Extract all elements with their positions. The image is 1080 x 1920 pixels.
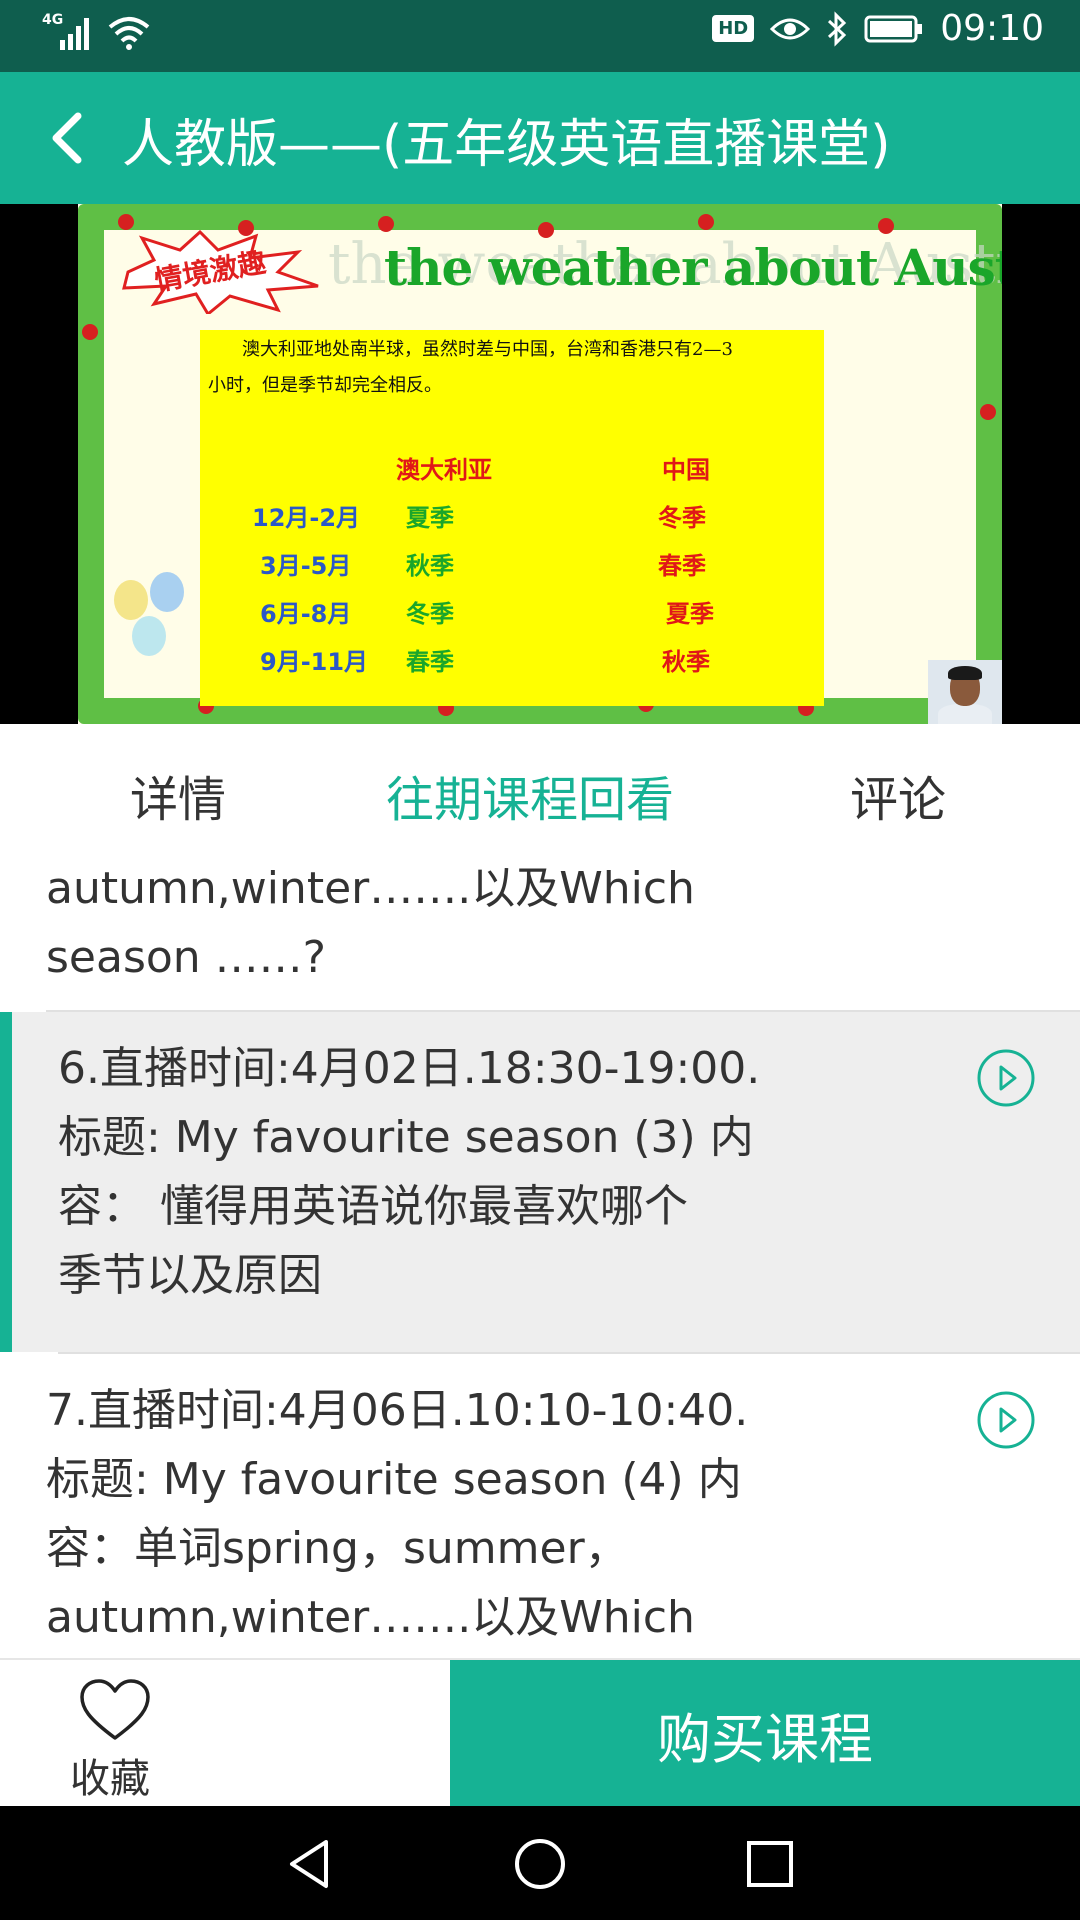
slide-intro: 澳大利亚地处南半球，虽然时差与中国，台湾和香港只有2—3 小时，但是季节却完全相… — [208, 332, 788, 404]
play-circle-icon[interactable] — [976, 1048, 1036, 1108]
wifi-icon — [108, 17, 150, 50]
slide-content-box: 澳大利亚地处南半球，虽然时差与中国，台湾和香港只有2—3 小时，但是季节却完全相… — [200, 330, 824, 706]
table-au-season: 冬季 — [406, 600, 454, 628]
buy-course-button[interactable]: 购买课程 — [450, 1660, 1080, 1808]
page-title: 人教版——(五年级英语直播课堂) — [122, 115, 891, 175]
lesson-line: 7.直播时间:4月06日.10:10-10:40. — [46, 1385, 749, 1436]
lesson-line: autumn,winter…….以及Which — [46, 1592, 695, 1643]
prev-lesson-tail-line2: season ……? — [46, 932, 327, 983]
favorite-button[interactable]: 收藏 — [0, 1660, 450, 1808]
lesson-line: 季节以及原因 — [58, 1250, 322, 1301]
lesson-list[interactable]: autumn,winter…….以及Which season ……? 6.直播时… — [0, 854, 1080, 1658]
system-nav-bar — [0, 1806, 1080, 1920]
table-au-season: 夏季 — [406, 504, 454, 532]
slide-title: the weather about Australia — [384, 238, 1002, 297]
tab-past-lessons[interactable]: 往期课程回看 — [386, 760, 674, 830]
status-left: 4G — [40, 12, 152, 54]
app-bar: 人教版——(五年级英语直播课堂) — [0, 72, 1080, 204]
nav-home-icon[interactable] — [512, 1836, 568, 1892]
table-header-china: 中国 — [662, 456, 710, 484]
nav-recents-icon[interactable] — [742, 1836, 798, 1892]
prev-lesson-tail: autumn,winter…….以及Which season ……? — [46, 854, 766, 992]
lesson-line: 标题: My favourite season (4) 内 — [46, 1454, 742, 1505]
lesson-line: 标题: My favourite season (3) 内 — [58, 1112, 754, 1163]
table-header-australia: 澳大利亚 — [396, 456, 492, 484]
bluetooth-icon — [828, 10, 847, 47]
favorite-label: 收藏 — [70, 1756, 150, 1802]
slide-intro-line1: 澳大利亚地处南半球，虽然时差与中国，台湾和香港只有2—3 — [242, 339, 733, 360]
eye-icon — [770, 18, 811, 39]
chevron-left-icon[interactable] — [40, 108, 100, 168]
play-circle-icon[interactable] — [976, 1390, 1036, 1450]
list-item[interactable]: 6.直播时间:4月02日.18:30-19:00. 标题: My favouri… — [0, 1012, 1080, 1352]
table-month: 3月-5月 — [260, 552, 352, 580]
teacher-camera-thumbnail — [928, 660, 1002, 724]
tab-details[interactable]: 详情 — [130, 760, 226, 830]
network-type-label: 4G — [42, 12, 64, 28]
battery-icon — [864, 15, 923, 42]
heart-icon — [80, 1679, 150, 1740]
signal-icon: 4G — [40, 12, 96, 54]
table-cn-season: 秋季 — [662, 648, 710, 676]
table-cn-season: 春季 — [658, 552, 706, 580]
lesson-text: 6.直播时间:4月02日.18:30-19:00. 标题: My favouri… — [58, 1034, 798, 1310]
table-cn-season: 夏季 — [666, 600, 714, 628]
table-au-season: 秋季 — [406, 552, 454, 580]
lesson-line: 容： 懂得用英语说你最喜欢哪个 — [58, 1181, 688, 1232]
slide-intro-line2: 小时，但是季节却完全相反。 — [208, 375, 442, 396]
table-au-season: 春季 — [406, 648, 454, 676]
selected-indicator — [0, 1012, 12, 1352]
table-cn-season: 冬季 — [658, 504, 706, 532]
prev-lesson-tail-line1: autumn,winter…….以及Which — [46, 863, 695, 914]
lesson-line: 6.直播时间:4月02日.18:30-19:00. — [58, 1043, 761, 1094]
table-month: 6月-8月 — [260, 600, 352, 628]
nav-back-icon[interactable] — [282, 1836, 338, 1892]
video-player[interactable]: the weather about Australia 情境激趣 the wea… — [0, 204, 1080, 724]
lesson-line: 容：单词spring，summer， — [46, 1523, 629, 1574]
list-item[interactable]: 7.直播时间:4月06日.10:10-10:40. 标题: My favouri… — [0, 1354, 1080, 1658]
lesson-text: 7.直播时间:4月06日.10:10-10:40. 标题: My favouri… — [46, 1376, 786, 1652]
status-time: 09:10 — [940, 8, 1044, 49]
tab-bar: 详情 往期课程回看 评论 — [0, 724, 1080, 854]
table-month: 9月-11月 — [260, 648, 369, 676]
lesson-slide: the weather about Australia 情境激趣 the wea… — [78, 204, 1002, 724]
table-month: 12月-2月 — [252, 504, 361, 532]
bottom-action-bar: 收藏 购买课程 — [0, 1658, 1080, 1808]
status-bar: 4G HD 09:10 — [0, 0, 1080, 72]
hd-icon: HD — [712, 15, 755, 42]
status-right: HD 09:10 — [712, 8, 1044, 49]
tab-comments[interactable]: 评论 — [850, 760, 946, 830]
